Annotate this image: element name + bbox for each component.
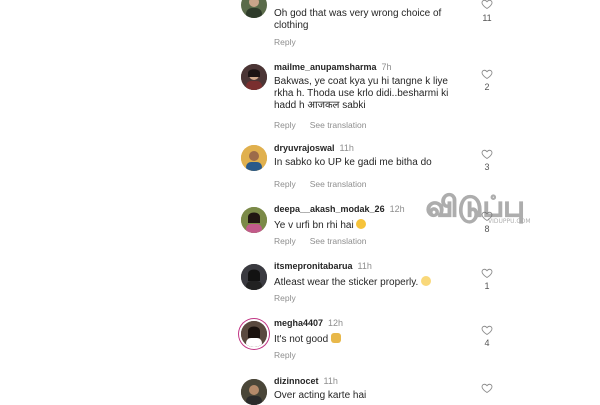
comment-text: It's not good <box>274 334 329 345</box>
comment-actions: Reply See translation <box>274 120 366 130</box>
watermark-sub: VIDUPPU.COM <box>488 218 531 225</box>
reply-button[interactable]: Reply <box>274 236 296 246</box>
timestamp: 11h <box>323 376 338 386</box>
like-count: 2 <box>484 82 490 92</box>
comment-header: dizinnocet 11h <box>274 376 338 386</box>
comment-header: megha4407 12h <box>274 318 343 328</box>
comment-header: dryuvrajoswal 11h <box>274 143 354 153</box>
comment-header: itsmepronitabarua 11h <box>274 261 372 271</box>
avatar[interactable] <box>241 64 267 90</box>
grinning-sweat-emoji-icon <box>356 219 367 229</box>
comment-text: Bakwas, ye coat kya yu hi tangne k liye … <box>274 76 449 111</box>
comment-actions: Reply <box>274 37 296 47</box>
like-count: 11 <box>482 13 492 23</box>
username[interactable]: dizinnocet <box>274 376 319 386</box>
avatar[interactable] <box>241 0 267 18</box>
username[interactable]: itsmepronitabarua <box>274 261 353 271</box>
heart-icon[interactable] <box>481 267 493 279</box>
heart-icon[interactable] <box>481 324 493 336</box>
see-translation-button[interactable]: See translation <box>310 236 367 246</box>
comment-actions: Reply <box>274 350 296 360</box>
avatar[interactable] <box>241 264 267 290</box>
like-count: 4 <box>484 338 490 348</box>
timestamp: 11h <box>339 143 354 153</box>
heart-icon[interactable] <box>481 148 493 160</box>
comment-text: Ye v urfi bn rhi hai <box>274 220 354 231</box>
timestamp: 7h <box>381 62 392 72</box>
reply-button[interactable]: Reply <box>274 350 296 360</box>
timestamp: 11h <box>357 261 372 271</box>
comment-header: mailme_anupamsharma 7h <box>274 62 392 72</box>
avatar[interactable] <box>241 207 267 233</box>
heart-icon[interactable] <box>481 382 493 394</box>
comment-actions: Reply See translation <box>274 179 366 189</box>
smiling-face-icon <box>421 276 432 286</box>
comment-actions: Reply <box>274 293 296 303</box>
heart-icon[interactable] <box>481 0 493 10</box>
comment-text: Atleast wear the sticker properly. <box>274 277 419 288</box>
folded-hands-icon <box>330 333 341 343</box>
see-translation-button[interactable]: See translation <box>310 120 367 130</box>
like-count: 3 <box>484 162 490 172</box>
comment-body: It's not good <box>274 333 464 346</box>
username[interactable]: megha4407 <box>274 318 323 328</box>
timestamp: 12h <box>328 318 344 328</box>
reply-button[interactable]: Reply <box>274 179 296 189</box>
timestamp: 12h <box>389 204 405 214</box>
username[interactable]: deepa__akash_modak_26 <box>274 204 385 214</box>
comment-text: In sabko ko UP ke gadi me bitha do <box>274 157 432 168</box>
comment-text: Oh god that was very wrong choice of clo… <box>274 8 442 31</box>
reply-button[interactable]: Reply <box>274 120 296 130</box>
username[interactable]: mailme_anupamsharma <box>274 62 377 72</box>
comment-body: Atleast wear the sticker properly. <box>274 276 464 289</box>
avatar[interactable] <box>241 321 267 347</box>
avatar[interactable] <box>241 379 267 405</box>
comment-actions: Reply See translation <box>274 236 366 246</box>
like-count: 1 <box>484 281 490 291</box>
see-translation-button[interactable]: See translation <box>310 179 367 189</box>
avatar[interactable] <box>241 145 267 171</box>
comment-header: deepa__akash_modak_26 12h <box>274 204 405 214</box>
username[interactable]: dryuvrajoswal <box>274 143 335 153</box>
heart-icon[interactable] <box>481 68 493 80</box>
comment-text: Over acting karte hai <box>274 390 367 401</box>
watermark-logo: விடுப்பு VIDUPPU.COM <box>425 189 531 225</box>
reply-button[interactable]: Reply <box>274 293 296 303</box>
reply-button[interactable]: Reply <box>274 37 296 47</box>
